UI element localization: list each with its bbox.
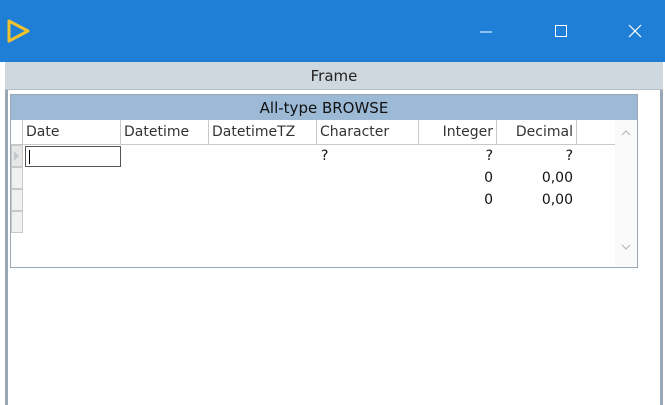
cell-date[interactable] bbox=[23, 211, 121, 233]
close-button[interactable] bbox=[607, 0, 663, 62]
cell-decimal[interactable]: 0,00 bbox=[497, 189, 577, 211]
column-header-integer[interactable]: Integer bbox=[419, 120, 497, 144]
scroll-up-button[interactable] bbox=[615, 126, 637, 140]
browse-title: All-type BROWSE bbox=[11, 95, 637, 120]
cell-decimal[interactable] bbox=[497, 211, 577, 233]
cell-character[interactable] bbox=[317, 189, 419, 211]
minimize-icon bbox=[480, 31, 492, 33]
cell-integer[interactable]: 0 bbox=[419, 189, 497, 211]
column-header-decimal[interactable]: Decimal bbox=[497, 120, 577, 144]
scroll-down-button[interactable] bbox=[615, 240, 637, 254]
maximize-button[interactable] bbox=[533, 0, 589, 62]
column-header-datetimetz[interactable]: DatetimeTZ bbox=[209, 120, 317, 144]
cell-datetime[interactable] bbox=[121, 189, 209, 211]
row-indicator[interactable] bbox=[11, 167, 23, 189]
browse-rows: ? ? ? 0 0,00 0 0,00 bbox=[11, 145, 615, 233]
cell-integer[interactable] bbox=[419, 211, 497, 233]
row-indicator-header bbox=[11, 120, 23, 144]
cell-datetimetz[interactable] bbox=[209, 211, 317, 233]
date-edit-field[interactable] bbox=[25, 145, 121, 167]
vertical-scrollbar[interactable] bbox=[615, 120, 637, 267]
cell-datetime[interactable] bbox=[121, 211, 209, 233]
cell-date[interactable] bbox=[23, 189, 121, 211]
title-bar bbox=[0, 0, 665, 62]
cell-integer[interactable]: 0 bbox=[419, 167, 497, 189]
all-type-browse[interactable]: All-type BROWSE Date Datetime DatetimeTZ… bbox=[10, 94, 638, 268]
cell-decimal[interactable]: ? bbox=[497, 145, 577, 167]
cell-date[interactable] bbox=[23, 167, 121, 189]
column-header-datetime[interactable]: Datetime bbox=[121, 120, 209, 144]
current-row-arrow-icon bbox=[14, 151, 19, 161]
close-icon bbox=[628, 24, 642, 38]
row-indicator-current[interactable] bbox=[11, 145, 23, 167]
frame-right-border bbox=[660, 62, 663, 405]
cell-character[interactable]: ? bbox=[317, 145, 419, 167]
column-header-row: Date Datetime DatetimeTZ Character Integ… bbox=[11, 120, 615, 145]
cell-datetimetz[interactable] bbox=[209, 145, 317, 167]
column-header-character[interactable]: Character bbox=[317, 120, 419, 144]
cell-character[interactable] bbox=[317, 167, 419, 189]
row-indicator[interactable] bbox=[11, 211, 23, 233]
text-caret bbox=[29, 149, 30, 164]
cell-datetimetz[interactable] bbox=[209, 167, 317, 189]
cell-integer[interactable]: ? bbox=[419, 145, 497, 167]
row-indicator[interactable] bbox=[11, 189, 23, 211]
cell-datetimetz[interactable] bbox=[209, 189, 317, 211]
table-row[interactable] bbox=[11, 211, 615, 233]
chevron-down-icon bbox=[621, 244, 631, 250]
column-header-date[interactable]: Date bbox=[23, 120, 121, 144]
cell-decimal[interactable]: 0,00 bbox=[497, 167, 577, 189]
cell-datetime[interactable] bbox=[121, 167, 209, 189]
table-row[interactable]: 0 0,00 bbox=[11, 167, 615, 189]
minimize-button[interactable] bbox=[458, 0, 514, 62]
table-row[interactable]: ? ? ? bbox=[11, 145, 615, 167]
table-row[interactable]: 0 0,00 bbox=[11, 189, 615, 211]
cell-date[interactable] bbox=[23, 145, 121, 167]
cell-datetime[interactable] bbox=[121, 145, 209, 167]
app-play-icon bbox=[6, 18, 32, 44]
chevron-up-icon bbox=[621, 130, 631, 136]
maximize-icon bbox=[555, 25, 567, 37]
cell-character[interactable] bbox=[317, 211, 419, 233]
frame-title: Frame bbox=[5, 62, 663, 90]
